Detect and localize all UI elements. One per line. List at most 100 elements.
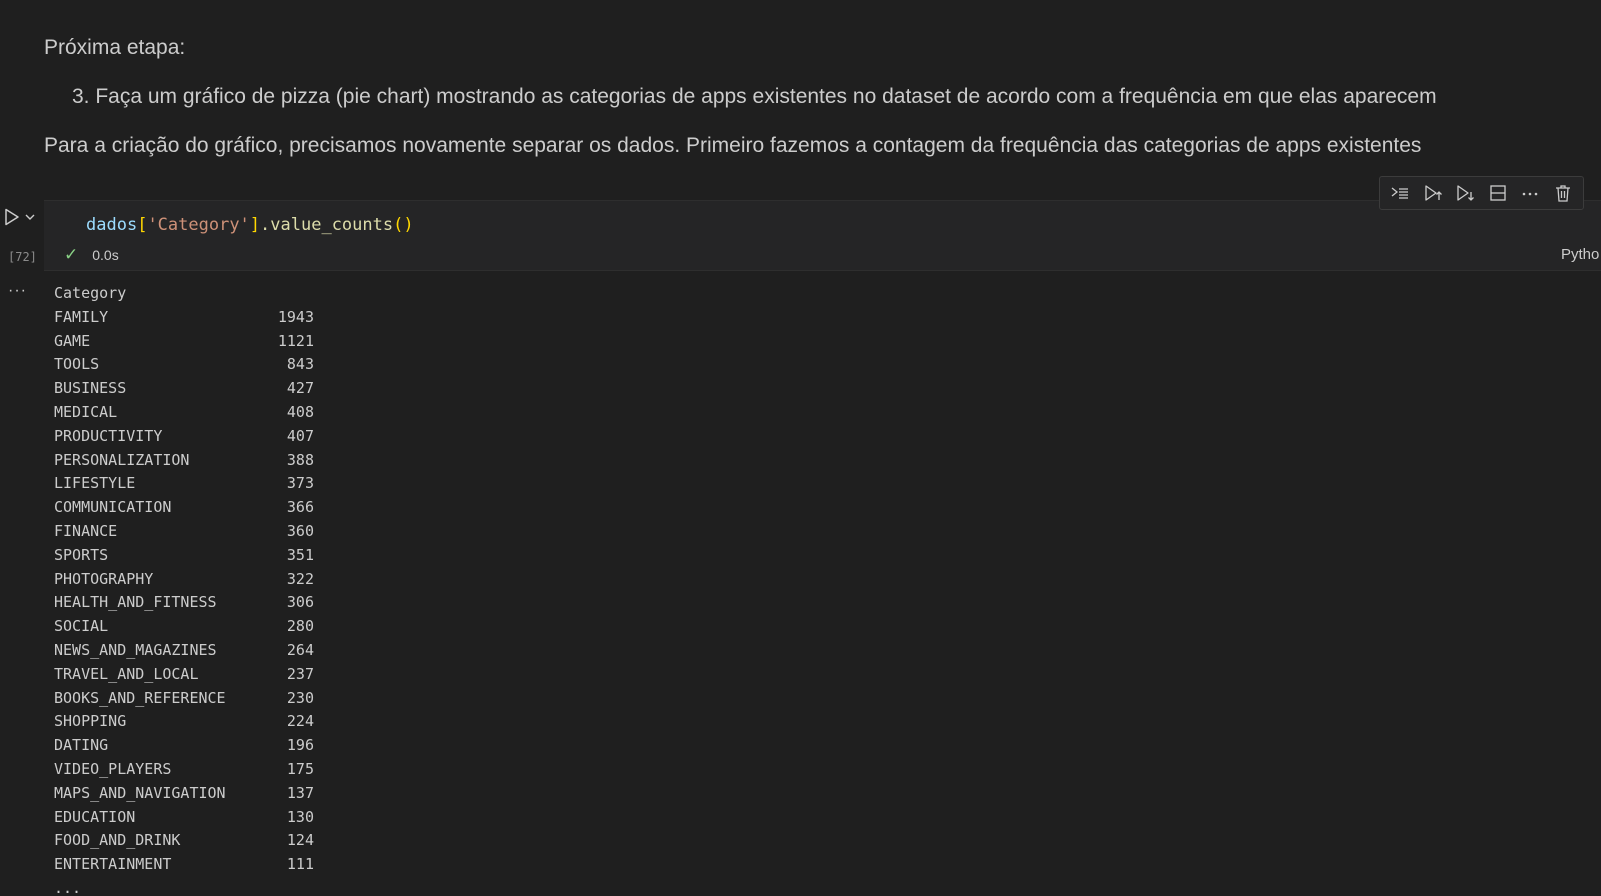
- cell-toolbar: [1379, 176, 1584, 210]
- output-count: 224: [286, 712, 314, 731]
- output-category: NEWS_AND_MAGAZINES: [54, 640, 217, 659]
- output-category: HEALTH_AND_FITNESS: [54, 593, 217, 612]
- output-category: BUSINESS: [54, 379, 127, 398]
- delete-icon: [1555, 185, 1570, 202]
- output-row: BOOKS_AND_REFERENCE 230: [54, 687, 314, 711]
- output-row: LIFESTYLE 373: [54, 472, 314, 496]
- output-row: SPORTS 351: [54, 544, 314, 568]
- output-row: TOOLS 843: [54, 353, 314, 377]
- output-category: VIDEO_PLAYERS: [54, 759, 172, 778]
- output-header: Category: [54, 284, 127, 302]
- output-count: 408: [286, 402, 314, 421]
- execution-count: [72]: [8, 250, 37, 264]
- chevron-down-icon[interactable]: [24, 211, 36, 223]
- cell-output: Category FAMILY 1943 GAME 1121 TOOLS 843 BUSIN…: [54, 282, 314, 896]
- code-token-variable: dados: [86, 215, 138, 235]
- delete-cell-button[interactable]: [1550, 180, 1576, 206]
- output-count: 264: [286, 640, 314, 659]
- code-token-method: .value_counts: [260, 215, 394, 235]
- output-row: NEWS_AND_MAGAZINES 264: [54, 639, 314, 663]
- output-row: FOOD_AND_DRINK 124: [54, 829, 314, 853]
- kernel-language-label[interactable]: Pytho: [1561, 246, 1601, 263]
- markdown-heading: Próxima etapa:: [44, 36, 186, 59]
- run-above-button[interactable]: [1420, 180, 1446, 206]
- output-category: PRODUCTIVITY: [54, 426, 163, 445]
- run-below-button[interactable]: [1452, 180, 1478, 206]
- output-category: SPORTS: [54, 545, 109, 564]
- output-category: SOCIAL: [54, 617, 109, 636]
- output-count: 175: [286, 759, 314, 778]
- output-category: SHOPPING: [54, 712, 127, 731]
- output-count: 388: [286, 450, 314, 469]
- execute-above-icon: [1391, 187, 1409, 199]
- output-count: 373: [286, 474, 314, 493]
- output-count: 1943: [277, 307, 314, 326]
- output-row: PERSONALIZATION 388: [54, 449, 314, 473]
- output-category: FAMILY: [54, 307, 109, 326]
- output-row: EDUCATION 130: [54, 806, 314, 830]
- output-count: 230: [286, 688, 314, 707]
- output-category: LIFESTYLE: [54, 474, 136, 493]
- run-below-icon: [1457, 185, 1475, 201]
- output-category: ENTERTAINMENT: [54, 855, 172, 874]
- more-actions-icon: [1522, 192, 1538, 196]
- code-token-parens: (): [393, 215, 414, 235]
- play-icon: [5, 208, 19, 226]
- output-category: FINANCE: [54, 521, 118, 540]
- output-count: 237: [286, 664, 314, 683]
- output-row: HEALTH_AND_FITNESS 306: [54, 591, 314, 615]
- output-category: BOOKS_AND_REFERENCE: [54, 688, 226, 707]
- output-row: FINANCE 360: [54, 520, 314, 544]
- markdown-paragraph: Para a criação do gráfico, precisamos no…: [44, 134, 1422, 157]
- output-count: 360: [286, 521, 314, 540]
- output-row: ENTERTAINMENT 111: [54, 853, 314, 877]
- output-row: VIDEO_PLAYERS 175: [54, 758, 314, 782]
- execute-above-button[interactable]: [1387, 180, 1413, 206]
- output-count: 407: [286, 426, 314, 445]
- output-category: DATING: [54, 736, 109, 755]
- output-row: FAMILY 1943: [54, 306, 314, 330]
- cell-status: ✓ 0.0s: [64, 245, 119, 265]
- check-icon: ✓: [64, 245, 79, 265]
- run-above-icon: [1425, 185, 1442, 201]
- output-count: 306: [286, 593, 314, 612]
- output-row: PRODUCTIVITY 407: [54, 425, 314, 449]
- output-count: 366: [286, 498, 314, 517]
- output-count: 1121: [277, 331, 314, 350]
- code-token-string: 'Category': [147, 215, 250, 235]
- code-cell[interactable]: dados['Category'].value_counts() ✓ 0.0s …: [44, 200, 1601, 271]
- output-count: 111: [286, 855, 314, 874]
- output-category: GAME: [54, 331, 91, 350]
- output-row: MEDICAL 408: [54, 401, 314, 425]
- output-category: TRAVEL_AND_LOCAL: [54, 664, 199, 683]
- split-cell-button[interactable]: [1485, 180, 1511, 206]
- output-category: PERSONALIZATION: [54, 450, 190, 469]
- output-category: COMMUNICATION: [54, 498, 172, 517]
- output-category: FOOD_AND_DRINK: [54, 831, 181, 850]
- output-category: MEDICAL: [54, 402, 118, 421]
- execution-time: 0.0s: [92, 247, 119, 263]
- output-row: DATING 196: [54, 734, 314, 758]
- output-count: 196: [286, 736, 314, 755]
- output-category: TOOLS: [54, 355, 100, 374]
- notebook-page: Próxima etapa: 3. Faça um gráfico de piz…: [0, 0, 1601, 896]
- more-actions-button[interactable]: [1517, 180, 1543, 206]
- output-count: 280: [286, 617, 314, 636]
- output-more-actions-icon[interactable]: ···: [8, 282, 27, 300]
- output-row: BUSINESS 427: [54, 377, 314, 401]
- code-token-bracket-close: ]: [249, 215, 261, 235]
- output-row: SHOPPING 224: [54, 710, 314, 734]
- output-row: PHOTOGRAPHY 322: [54, 568, 314, 592]
- output-count: 427: [286, 379, 314, 398]
- output-row: SOCIAL 280: [54, 615, 314, 639]
- output-row: TRAVEL_AND_LOCAL 237: [54, 663, 314, 687]
- output-category: EDUCATION: [54, 807, 136, 826]
- output-row: GAME 1121: [54, 330, 314, 354]
- output-count: 124: [286, 831, 314, 850]
- output-row: COMMUNICATION 366: [54, 496, 314, 520]
- code-editor[interactable]: dados['Category'].value_counts(): [86, 215, 414, 235]
- run-cell-button[interactable]: [4, 205, 44, 229]
- output-category: PHOTOGRAPHY: [54, 569, 154, 588]
- output-count: 137: [286, 783, 314, 802]
- output-count: 351: [286, 545, 314, 564]
